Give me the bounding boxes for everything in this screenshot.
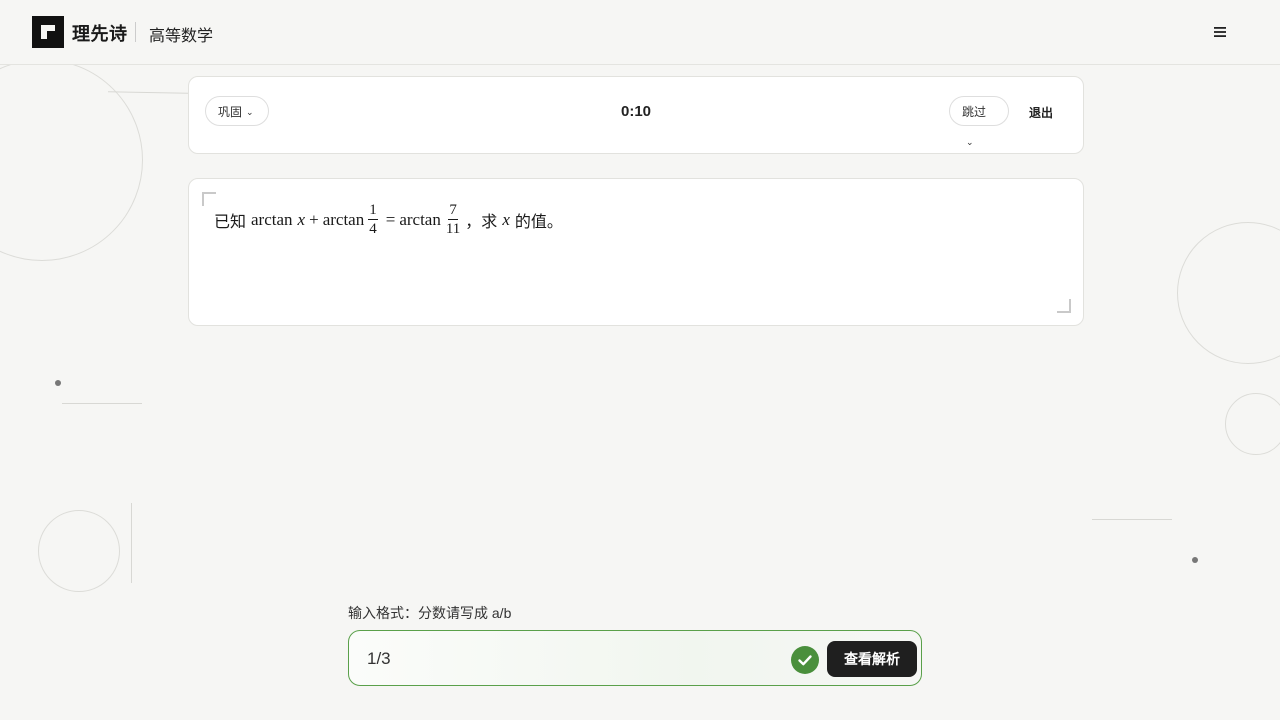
practice-control-bar: 巩固 ⌄ 0:10 跳过⌄ 退出 — [188, 76, 1084, 154]
math-function: arctan — [399, 209, 441, 229]
brand-name[interactable]: 理先诗 — [72, 20, 128, 46]
math-variable: x — [297, 209, 306, 229]
math-fraction: 1 4 — [368, 201, 378, 238]
fraction-denominator: 11 — [445, 221, 461, 237]
fraction-numerator: 1 — [368, 202, 378, 220]
math-operator: + — [309, 209, 319, 229]
answer-input-box: 查看解析 — [348, 630, 922, 686]
math-variable: x — [502, 209, 510, 229]
decorative-dot — [1192, 557, 1198, 563]
question-text: 已知 arctan x + arctan 1 4 = arctan 7 11 ，… — [214, 201, 563, 238]
chevron-down-icon: ⌄ — [966, 137, 974, 147]
fraction-numerator: 7 — [448, 202, 458, 220]
math-operator: = — [385, 209, 396, 229]
skip-dropdown-label: 跳过 — [962, 105, 987, 119]
decorative-circle — [38, 510, 120, 592]
answer-input[interactable] — [365, 645, 769, 673]
decorative-circle — [1177, 222, 1280, 364]
corner-bracket-decoration — [1057, 299, 1071, 313]
decorative-line — [1092, 519, 1172, 520]
question-suffix: 的值。 — [514, 213, 563, 231]
math-fraction: 7 11 — [445, 201, 461, 238]
decorative-line — [107, 91, 189, 94]
checkmark-circle-icon — [791, 646, 819, 674]
top-header: 理先诗 高等数学 — [0, 0, 1280, 65]
decorative-line — [62, 403, 142, 404]
header-divider — [135, 22, 136, 42]
decorative-line — [131, 503, 132, 583]
subject-title: 高等数学 — [149, 28, 214, 45]
exit-button[interactable]: 退出 — [1029, 104, 1053, 121]
decorative-circle — [1225, 393, 1280, 455]
brand-logo-icon[interactable] — [32, 16, 64, 48]
hamburger-menu-icon[interactable] — [1210, 22, 1230, 42]
math-function: arctan — [251, 209, 293, 229]
skip-dropdown[interactable]: 跳过 ⌄ — [949, 96, 1009, 147]
decorative-circle — [0, 59, 143, 261]
view-solution-button[interactable]: 查看解析 — [827, 641, 917, 677]
input-format-hint: 输入格式：分数请写成 a/b — [348, 605, 512, 621]
fraction-denominator: 4 — [369, 221, 377, 237]
question-mid: ，求 — [465, 213, 498, 231]
question-prefix: 已知 — [214, 213, 247, 231]
math-function: arctan — [322, 209, 365, 229]
question-card: 已知 arctan x + arctan 1 4 = arctan 7 11 ，… — [188, 178, 1084, 326]
decorative-dot — [55, 380, 61, 386]
